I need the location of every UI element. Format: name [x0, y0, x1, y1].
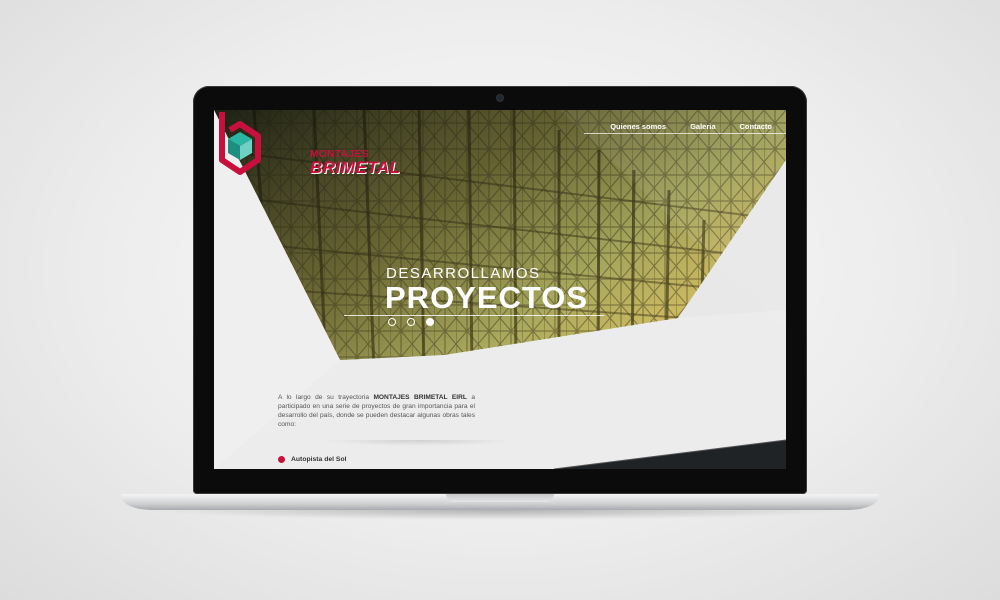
- nav-divider: [584, 133, 786, 134]
- slide-dot-3[interactable]: [426, 318, 434, 326]
- camera-icon: [497, 95, 503, 101]
- intro-shadow: [324, 440, 514, 446]
- laptop-shadow: [150, 510, 850, 520]
- list-item[interactable]: Autopista del Sol: [278, 456, 347, 463]
- hero-headline: PROYECTOS: [385, 280, 589, 315]
- nav-quienes-somos[interactable]: Quienes somos: [610, 122, 666, 131]
- nav-contacto[interactable]: Contacto: [740, 122, 773, 131]
- circle-bullet-icon: [278, 456, 285, 463]
- logo-line2[interactable]: BRIMETAL: [310, 158, 401, 178]
- laptop-mockup: MONTAJES BRIMETAL Quienes somos Galeria …: [0, 0, 1000, 600]
- intro-text-before: A lo largo de su trayectoria: [278, 394, 374, 401]
- slide-dot-1[interactable]: [388, 318, 396, 326]
- slider-dots: [388, 318, 434, 326]
- laptop-notch: [446, 494, 554, 502]
- project-label[interactable]: Autopista del Sol: [291, 456, 347, 463]
- top-navigation: Quienes somos Galeria Contacto: [610, 122, 772, 131]
- hero-divider: [344, 315, 604, 316]
- slide-dot-2[interactable]: [407, 318, 415, 326]
- nav-galeria[interactable]: Galeria: [690, 122, 715, 131]
- intro-company: MONTAJES BRIMETAL EIRL: [373, 394, 467, 401]
- intro-paragraph: A lo largo de su trayectoria MONTAJES BR…: [278, 393, 475, 429]
- website-screen: MONTAJES BRIMETAL Quienes somos Galeria …: [214, 110, 786, 469]
